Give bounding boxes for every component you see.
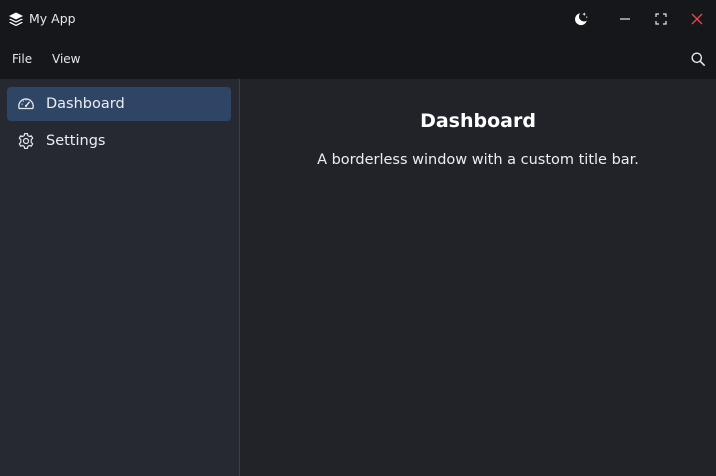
page-description: A borderless window with a custom title … [317, 152, 639, 168]
search-icon[interactable] [690, 51, 706, 67]
stack-layers-icon [8, 11, 24, 27]
theme-toggle-button[interactable] [571, 9, 591, 29]
menu-view[interactable]: View [52, 52, 80, 67]
sidebar: Dashboard Settings [0, 79, 240, 476]
sidebar-item-label: Settings [46, 133, 106, 149]
page-title: Dashboard [420, 110, 536, 132]
sidebar-item-label: Dashboard [46, 96, 125, 112]
gear-icon [17, 132, 35, 150]
main-content: Dashboard A borderless window with a cus… [240, 79, 716, 476]
menu-file[interactable]: File [12, 52, 32, 67]
app-window: My App File View Dashboard Settings Dash… [0, 0, 716, 476]
moon-stars-icon [573, 11, 589, 27]
sidebar-item-settings[interactable]: Settings [7, 124, 231, 158]
app-title: My App [29, 11, 76, 26]
minimize-button[interactable] [615, 9, 635, 29]
maximize-icon [655, 13, 667, 25]
title-bar[interactable]: My App [0, 0, 716, 38]
minimize-icon [619, 13, 631, 25]
menu-bar: File View [0, 38, 716, 79]
gauge-icon [17, 95, 35, 113]
sidebar-item-dashboard[interactable]: Dashboard [7, 87, 231, 121]
maximize-button[interactable] [651, 9, 671, 29]
close-button[interactable] [687, 9, 707, 29]
close-icon [691, 13, 703, 25]
